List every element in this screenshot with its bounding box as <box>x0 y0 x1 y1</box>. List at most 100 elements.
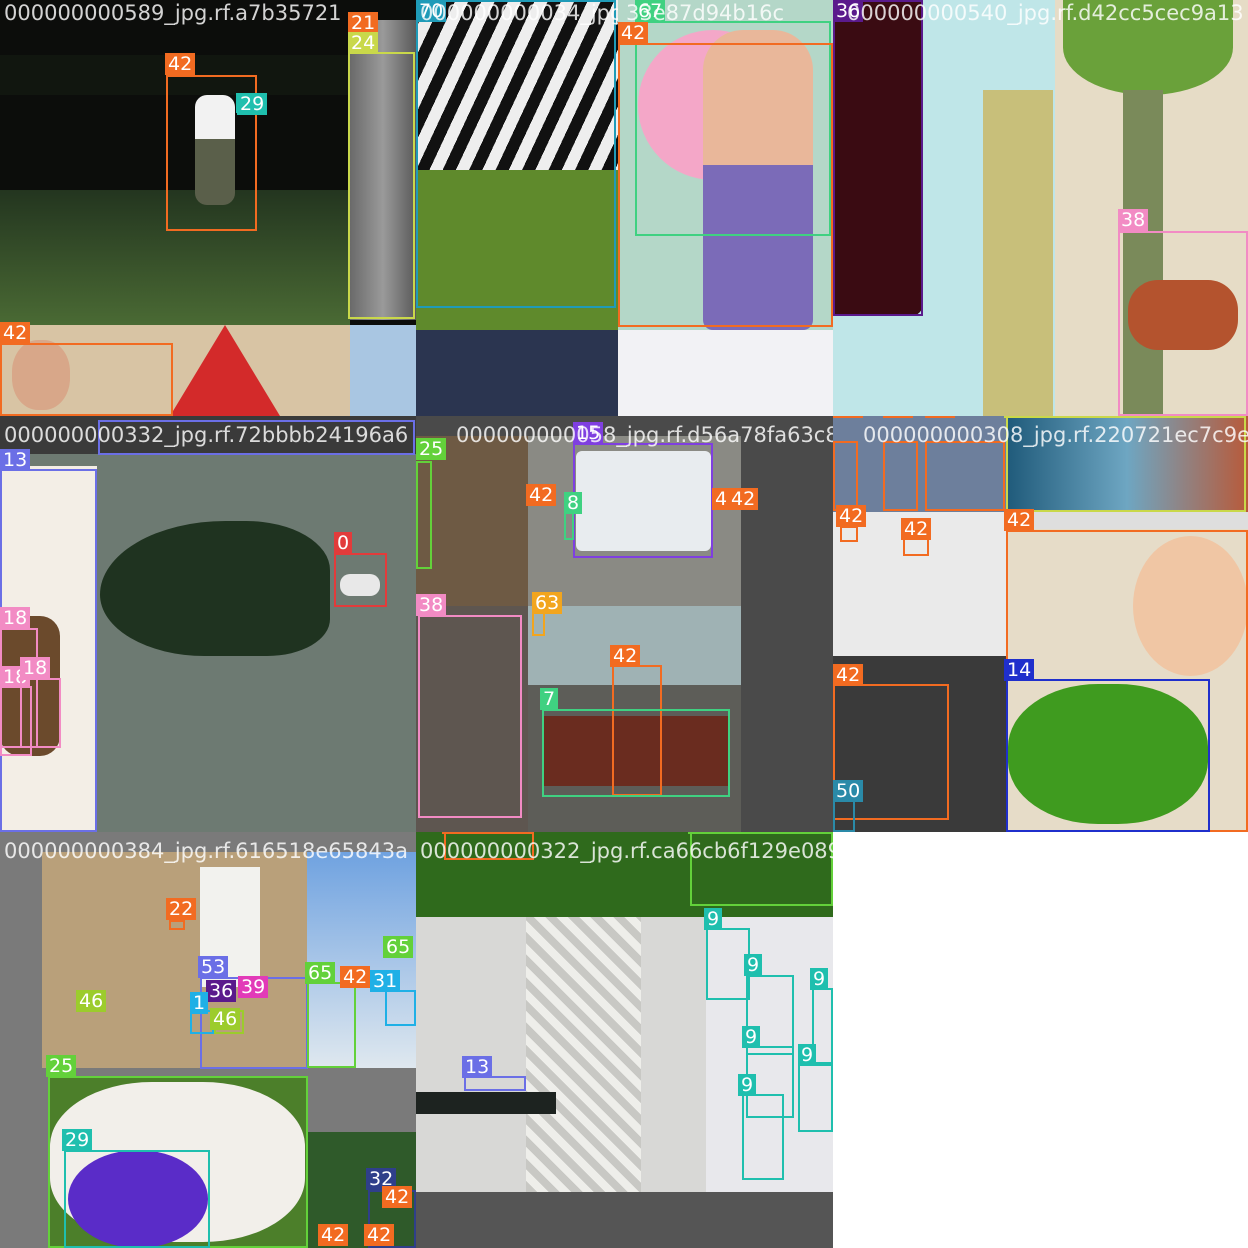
detection-label: 42 <box>833 664 864 686</box>
image-tile-zebra: 70 000000000034_jpg <box>416 0 618 416</box>
detection-box <box>690 832 833 906</box>
detection-label: 1 <box>190 992 209 1014</box>
detection-box <box>833 0 923 316</box>
detection-label: 42 <box>833 416 864 418</box>
detection-box <box>464 1076 526 1091</box>
detection-box <box>0 343 173 416</box>
detection-label: 38 <box>416 594 447 616</box>
detection-label: 65 <box>305 962 336 984</box>
image-tile-street: 25 15 42 8 42 42 38 63 42 7 000000000058… <box>416 416 833 832</box>
lower-region <box>618 330 833 416</box>
detection-label: 18 <box>0 607 31 629</box>
detection-label: 9 <box>704 908 723 930</box>
detection-label: 14 <box>1004 659 1035 681</box>
detection-box <box>840 526 858 542</box>
detection-label: 29 <box>237 93 268 115</box>
detection-label: 29 <box>62 1129 93 1151</box>
lower-gray <box>416 1192 833 1248</box>
detection-label: 42 <box>318 1224 349 1246</box>
red-cone-shape <box>170 325 280 416</box>
detection-box <box>20 678 61 748</box>
detection-box <box>418 615 522 818</box>
mosaic-canvas: 42 29 21 24 42 000000000589_jpg.rf.a7b35… <box>0 0 1248 1248</box>
detection-box <box>564 512 574 540</box>
detection-label: 64 <box>1004 416 1035 418</box>
image-tile-lake: 28 13 0 18 18 18 000000000332_jpg.rf.72b… <box>0 416 416 832</box>
detection-box <box>833 441 858 511</box>
detection-box <box>416 0 616 308</box>
road-strip <box>416 330 618 416</box>
detection-label: 42 <box>1004 509 1035 531</box>
detection-label: 9 <box>798 1044 817 1066</box>
detection-box <box>903 538 929 556</box>
detection-label: 67 <box>635 0 666 22</box>
image-tile-bathroom: 42 25 13 9 9 9 9 9 9 000000000322_jpg.rf… <box>416 832 833 1248</box>
detection-label: 7 <box>540 688 559 710</box>
detection-box <box>385 990 416 1026</box>
detection-label: 50 <box>833 780 864 802</box>
detection-label: 8 <box>564 492 583 514</box>
detection-label: 25 <box>688 832 719 834</box>
detection-label: 42 <box>836 505 867 527</box>
detection-box <box>1118 231 1248 416</box>
detection-label: 18 <box>20 657 51 679</box>
detection-box <box>98 420 415 455</box>
detection-label: 9 <box>744 954 763 976</box>
detection-label: 13 <box>462 1056 493 1078</box>
detection-label: 42 <box>526 484 557 506</box>
detection-label: 42 <box>0 322 31 344</box>
image-tile-mural: 36 38 000000000540_jpg.rf.d42cc5cec9a13 <box>833 0 1248 416</box>
detection-label: 42 <box>382 1186 413 1208</box>
detection-box <box>925 441 1005 511</box>
detection-box <box>1006 416 1246 512</box>
detection-box <box>444 832 534 860</box>
detection-label: 9 <box>810 968 829 990</box>
detection-label: 42 <box>618 22 649 44</box>
detection-label: 39 <box>238 976 269 998</box>
detection-label: 31 <box>370 970 401 992</box>
newspaper-wall <box>526 917 641 1192</box>
detection-box <box>416 461 432 569</box>
empty-area <box>833 832 1248 1248</box>
image-tile-room: 22 46 53 36 39 1 46 65 65 42 31 25 29 32… <box>0 832 416 1248</box>
detection-label: 25 <box>416 438 447 460</box>
detection-label: 63 <box>532 592 563 614</box>
detection-box <box>798 1064 833 1132</box>
detection-box <box>883 441 918 511</box>
detection-label: 36 <box>206 980 237 1002</box>
detection-label: 21 <box>348 12 379 34</box>
image-tile-broccoli: 42 42 42 64 42 42 42 42 14 50 0000000003… <box>833 416 1248 832</box>
detection-label: 42 <box>610 645 641 667</box>
island-shape <box>100 521 330 656</box>
image-tile-night-field: 42 29 21 24 42 000000000589_jpg.rf.a7b35… <box>0 0 416 416</box>
wall-panel <box>983 90 1053 416</box>
detection-box <box>64 1150 210 1248</box>
detection-box <box>618 43 833 327</box>
detection-box <box>833 800 855 832</box>
detection-label: 42 <box>728 488 759 510</box>
detection-label: 15 <box>573 422 604 444</box>
detection-label: 42 <box>925 416 956 418</box>
image-tile-umbrella: 67 42 33e87d94b16c <box>618 0 833 416</box>
detection-label: 9 <box>742 1026 761 1048</box>
detection-label: 22 <box>166 898 197 920</box>
detection-box <box>169 920 185 930</box>
detection-label: 53 <box>198 956 229 978</box>
tree-crown <box>1063 0 1233 95</box>
detection-box <box>542 709 730 797</box>
detection-box <box>334 553 387 607</box>
detection-box <box>1006 679 1210 832</box>
detection-label: 46 <box>76 990 107 1012</box>
detection-label: 25 <box>46 1055 77 1077</box>
detection-label: 42 <box>364 1224 395 1246</box>
tile-filename: 000000000589_jpg.rf.a7b35721 <box>4 1 342 25</box>
detection-box <box>573 443 713 558</box>
counter-shape <box>416 1092 556 1114</box>
detection-label: 46 <box>210 1008 241 1030</box>
detection-label: 9 <box>738 1074 757 1096</box>
detection-label: 42 <box>165 53 196 75</box>
detection-box <box>307 982 356 1068</box>
detection-label: 42 <box>883 416 914 418</box>
detection-label: 65 <box>383 936 414 958</box>
detection-label: 38 <box>1118 209 1149 231</box>
